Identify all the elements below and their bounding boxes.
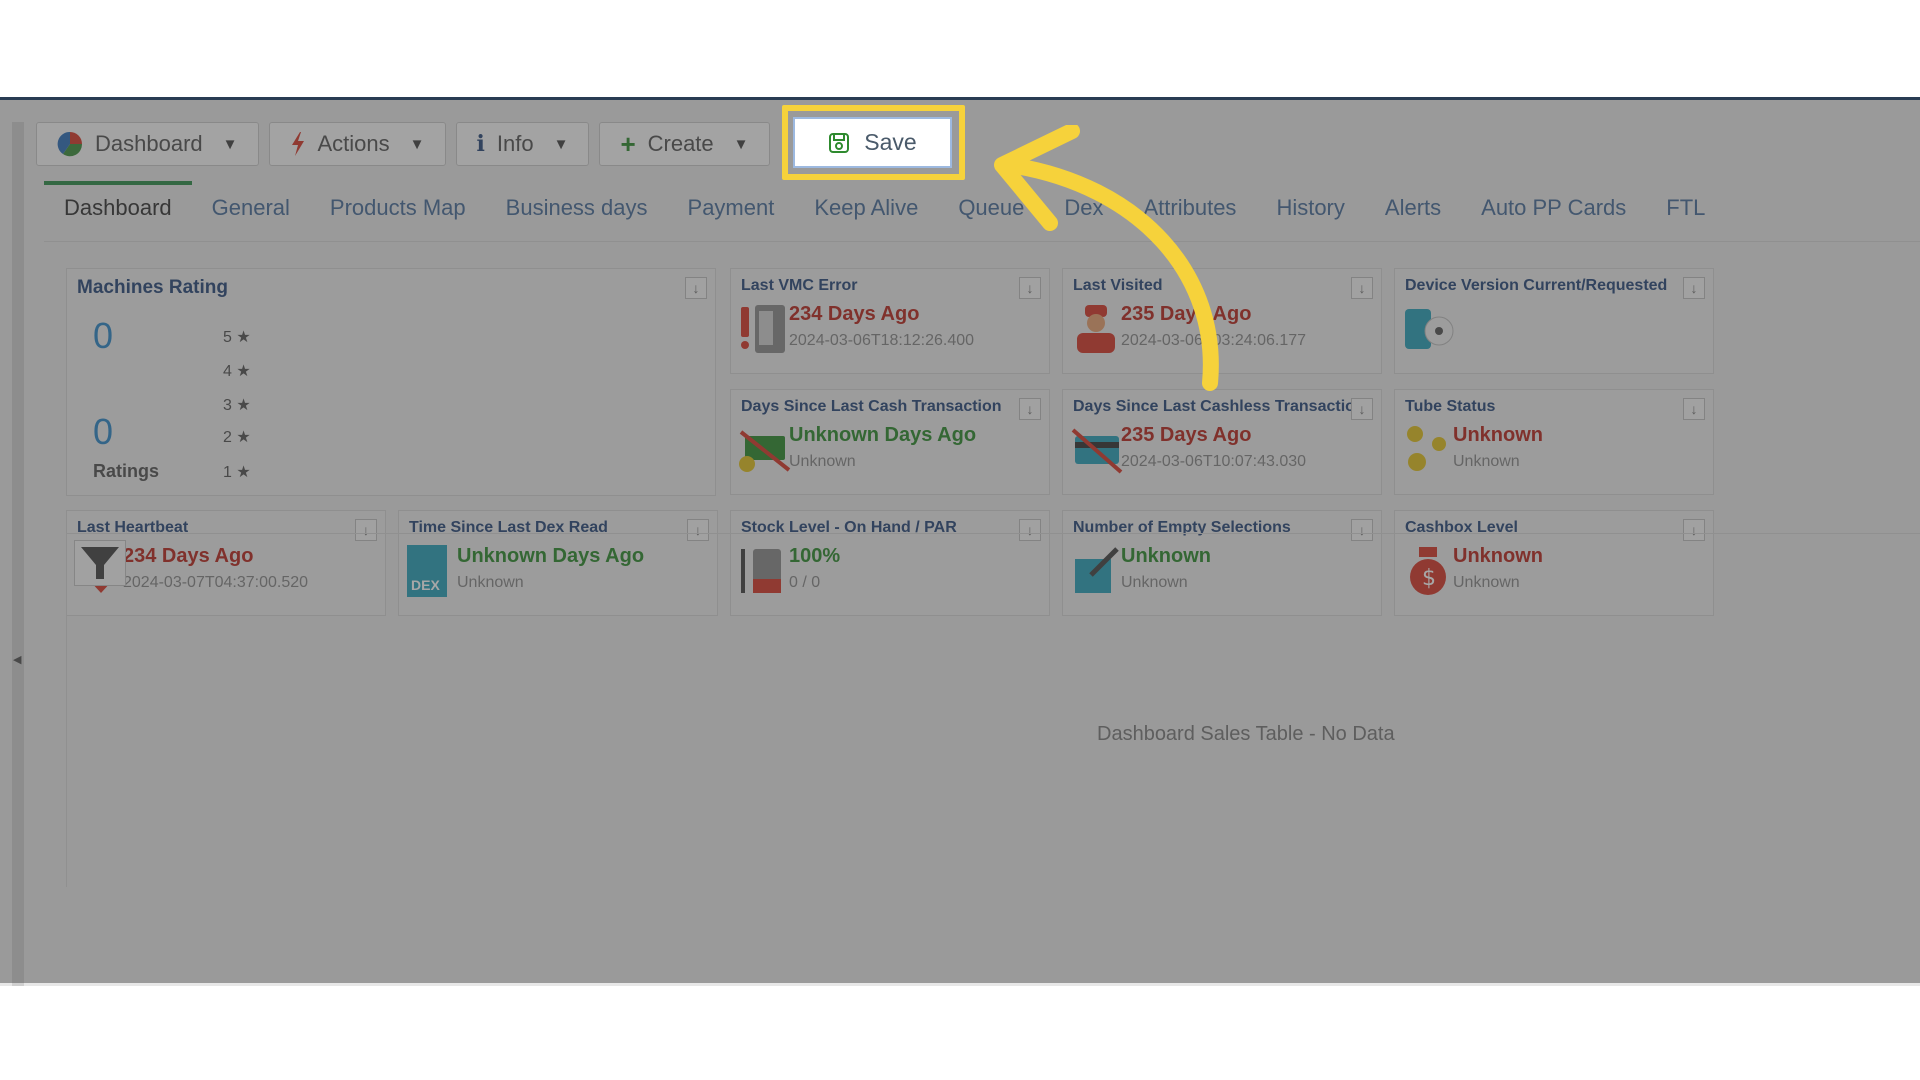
sales-table-empty-message: Dashboard Sales Table - No Data xyxy=(1097,723,1395,745)
star-row-5: 5 ★ xyxy=(223,329,251,346)
filter-icon xyxy=(81,547,119,579)
tab-alerts[interactable]: Alerts xyxy=(1365,195,1461,231)
actions-menu-button[interactable]: Actions ▼ xyxy=(268,122,446,166)
widget-title: Tube Status xyxy=(1405,398,1496,415)
collapse-arrow-icon[interactable]: ◀ xyxy=(13,653,21,666)
widget-title: Days Since Last Cash Transaction xyxy=(741,398,1002,415)
widget-value: Unknown xyxy=(1453,424,1543,446)
coins-icon xyxy=(1407,426,1446,471)
widget-timestamp: Unknown xyxy=(789,453,856,470)
widget-timestamp: Unknown xyxy=(1453,453,1520,470)
download-icon[interactable]: ↓ xyxy=(1351,398,1373,420)
star-row-3: 3 ★ xyxy=(223,397,251,414)
star-row-4: 4 ★ xyxy=(223,363,251,380)
tube-status-widget: Tube Status ↓ Unknown Unknown xyxy=(1394,389,1714,495)
machines-rating-widget: Machines Rating ↓ 0 0 Ratings 5 ★ 4 ★ 3 … xyxy=(66,268,716,496)
no-cash-icon xyxy=(739,430,791,472)
average-rating: 0 xyxy=(93,315,114,356)
create-menu-button[interactable]: + Create ▼ xyxy=(599,122,770,166)
chevron-down-icon: ▼ xyxy=(222,135,238,153)
no-card-icon xyxy=(1071,428,1123,474)
create-menu-label: Create xyxy=(647,131,714,156)
tab-business-days[interactable]: Business days xyxy=(486,195,668,231)
widget-timestamp: 2024-03-06T18:12:26.400 xyxy=(789,332,975,349)
filter-button[interactable] xyxy=(74,540,126,586)
ratings-label: Ratings xyxy=(93,461,160,481)
sales-table-panel xyxy=(66,533,1920,887)
left-rail[interactable] xyxy=(12,122,24,986)
device-disc-icon xyxy=(1405,309,1454,349)
save-highlight-frame xyxy=(782,105,965,180)
download-icon[interactable]: ↓ xyxy=(1683,277,1705,299)
vending-error-icon xyxy=(741,305,785,353)
chevron-down-icon: ▼ xyxy=(553,135,569,153)
plus-icon: + xyxy=(620,128,636,159)
star-row-2: 2 ★ xyxy=(223,429,251,446)
tab-payment[interactable]: Payment xyxy=(668,195,795,231)
info-menu-button[interactable]: i Info ▼ xyxy=(455,122,590,166)
widget-value: 234 Days Ago xyxy=(789,303,920,325)
download-icon[interactable]: ↓ xyxy=(1683,398,1705,420)
info-menu-label: Info xyxy=(496,131,534,156)
tab-keep-alive[interactable]: Keep Alive xyxy=(794,195,938,231)
widget-value: Unknown Days Ago xyxy=(789,424,977,446)
star-row-1: 1 ★ xyxy=(223,464,251,481)
dashboard-menu-button[interactable]: Dashboard ▼ xyxy=(36,122,259,166)
pie-chart-icon xyxy=(57,131,83,157)
pointer-arrow-icon xyxy=(994,125,1219,391)
chevron-down-icon: ▼ xyxy=(733,135,749,153)
tab-dashboard[interactable]: Dashboard xyxy=(44,181,192,231)
download-icon[interactable]: ↓ xyxy=(1351,277,1373,299)
tab-ftl[interactable]: FTL xyxy=(1646,195,1725,231)
tab-bar: Dashboard General Products Map Business … xyxy=(44,181,1725,231)
device-version-widget: Device Version Current/Requested ↓ xyxy=(1394,268,1714,374)
widget-value: 235 Days Ago xyxy=(1121,424,1252,446)
tab-auto-pp-cards[interactable]: Auto PP Cards xyxy=(1461,195,1646,231)
actions-menu-label: Actions xyxy=(317,131,390,156)
rating-count: 0 xyxy=(93,411,114,452)
lightning-icon xyxy=(291,132,304,156)
tab-general[interactable]: General xyxy=(192,195,310,231)
widget-title: Last VMC Error xyxy=(741,277,858,294)
widget-title: Device Version Current/Requested xyxy=(1405,277,1668,294)
toolbar: Dashboard ▼ Actions ▼ i Info ▼ + Create … xyxy=(36,122,770,170)
tab-history[interactable]: History xyxy=(1256,195,1364,231)
download-icon[interactable]: ↓ xyxy=(685,277,707,299)
tab-products-map[interactable]: Products Map xyxy=(310,195,486,231)
info-icon: i xyxy=(476,131,485,157)
widget-title: Machines Rating xyxy=(77,277,228,298)
widget-timestamp: 2024-03-06T10:07:43.030 xyxy=(1121,453,1307,470)
dashboard-menu-label: Dashboard xyxy=(95,131,203,156)
chevron-down-icon: ▼ xyxy=(409,135,425,153)
